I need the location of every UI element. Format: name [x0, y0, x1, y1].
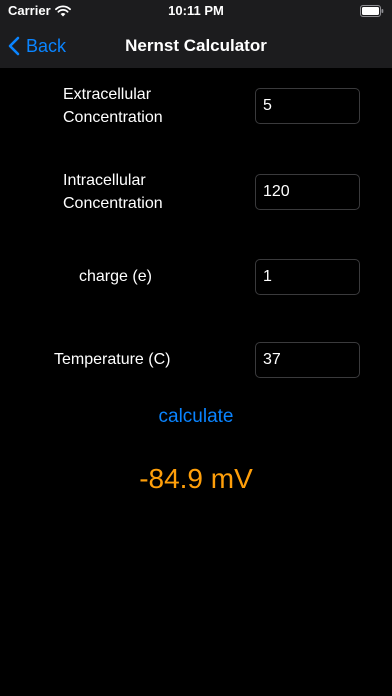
charge-input[interactable] — [255, 259, 360, 295]
calculate-button[interactable]: calculate — [0, 406, 392, 432]
battery-icon — [360, 5, 384, 17]
status-time: 10:11 PM — [168, 3, 224, 18]
temperature-label: Temperature (C) — [54, 351, 171, 368]
intracellular-label: Intracellular Concentration — [63, 169, 163, 215]
temperature-input[interactable] — [255, 342, 360, 378]
charge-label: charge (e) — [79, 268, 152, 285]
status-bar: Carrier 10:11 PM — [0, 0, 392, 24]
intracellular-label-line1: Intracellular — [63, 172, 146, 189]
intracellular-label-line2: Concentration — [63, 195, 163, 212]
extracellular-label: Extracellular Concentration — [63, 83, 163, 129]
extracellular-concentration-input[interactable] — [255, 88, 360, 124]
intracellular-concentration-input[interactable] — [255, 174, 360, 210]
page-title: Nernst Calculator — [125, 36, 267, 55]
result-value: -84.9 mV — [139, 463, 253, 494]
navigation-bar: Back Nernst Calculator — [0, 24, 392, 68]
extracellular-label-line2: Concentration — [63, 109, 163, 126]
extracellular-label-line1: Extracellular — [63, 86, 152, 103]
